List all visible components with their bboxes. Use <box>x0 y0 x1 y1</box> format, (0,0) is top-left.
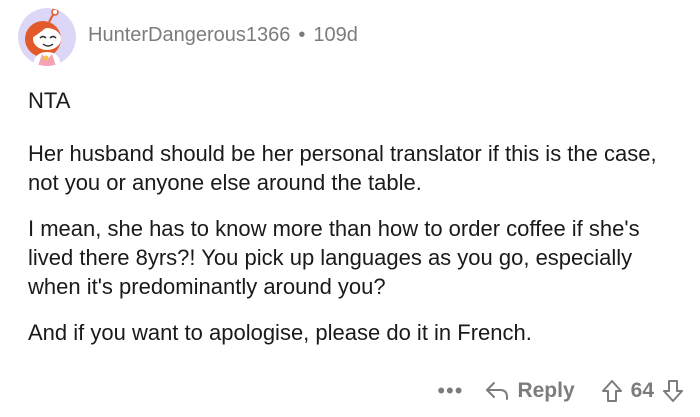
comment-paragraph: NTA <box>28 88 71 113</box>
reply-arrow-icon <box>486 382 509 400</box>
comment-paragraph: Her husband should be her personal trans… <box>28 141 657 195</box>
vote-controls: 64 <box>601 379 684 403</box>
comment-body: NTA Her husband should be her personal t… <box>28 86 678 347</box>
comment-paragraph: I mean, she has to know more than how to… <box>28 216 640 299</box>
downvote-arrow-icon <box>663 380 683 402</box>
snoo-avatar-icon <box>18 8 76 66</box>
downvote-button[interactable] <box>662 379 684 403</box>
vote-score: 64 <box>630 379 654 402</box>
meta-separator: • <box>298 23 306 46</box>
comment-meta: HunterDangerous1366 • 109d <box>88 24 358 47</box>
comment-header: HunterDangerous1366 • 109d <box>18 6 358 68</box>
upvote-button[interactable] <box>601 379 623 403</box>
more-options-button[interactable]: ••• <box>437 378 463 404</box>
upvote-arrow-icon <box>601 380 622 402</box>
author-username[interactable]: HunterDangerous1366 <box>88 24 290 47</box>
comment-actions: ••• Reply 64 <box>437 371 684 411</box>
comment-age: 109d <box>313 23 358 46</box>
reply-label: Reply <box>517 379 575 402</box>
avatar[interactable] <box>18 8 76 66</box>
comment-paragraph: And if you want to apologise, please do … <box>28 320 532 345</box>
reply-button[interactable]: Reply <box>485 379 575 403</box>
comment: HunterDangerous1366 • 109d NTA Her husba… <box>0 0 700 417</box>
